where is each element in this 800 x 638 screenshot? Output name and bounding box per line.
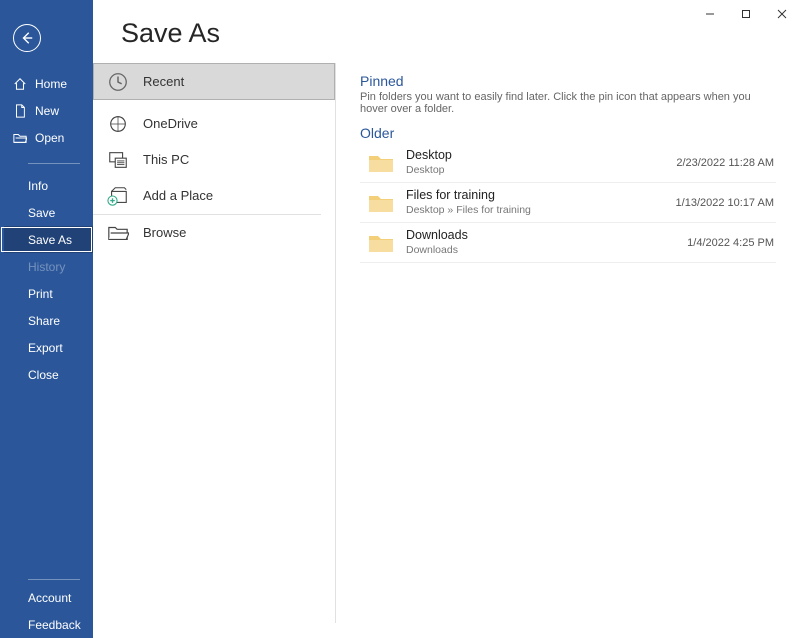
folder-row[interactable]: Desktop Desktop 2/23/2022 11:28 AM bbox=[360, 143, 776, 183]
sidebar-item-export[interactable]: Export bbox=[0, 334, 93, 361]
folder-icon bbox=[368, 192, 394, 214]
close-button[interactable] bbox=[764, 0, 800, 28]
folder-info: Desktop Desktop bbox=[406, 148, 664, 177]
folder-icon bbox=[368, 152, 394, 174]
sidebar-item-new[interactable]: New bbox=[0, 97, 93, 124]
location-label: Recent bbox=[143, 74, 184, 89]
section-heading-older: Older bbox=[360, 125, 776, 141]
separator bbox=[28, 579, 80, 580]
folder-name: Downloads bbox=[406, 228, 675, 244]
sidebar-item-label: New bbox=[35, 104, 59, 118]
sidebar-item-feedback[interactable]: Feedback bbox=[0, 611, 93, 638]
window-controls bbox=[692, 0, 800, 28]
folder-path: Desktop » Files for training bbox=[406, 204, 664, 217]
sidebar-item-label: Export bbox=[28, 341, 63, 355]
sidebar-item-label: Info bbox=[28, 179, 48, 193]
sidebar-item-label: Close bbox=[28, 368, 59, 382]
folder-path: Downloads bbox=[406, 244, 675, 257]
sidebar-item-label: Save As bbox=[28, 233, 72, 247]
folder-icon bbox=[107, 222, 129, 244]
folder-name: Desktop bbox=[406, 148, 664, 164]
sidebar-item-history: History bbox=[0, 253, 93, 280]
folder-row[interactable]: Files for training Desktop » Files for t… bbox=[360, 183, 776, 223]
sidebar-item-open[interactable]: Open bbox=[0, 124, 93, 151]
location-thispc[interactable]: This PC bbox=[93, 142, 335, 178]
back-button[interactable] bbox=[13, 24, 41, 52]
sidebar-item-account[interactable]: Account bbox=[0, 584, 93, 611]
location-label: OneDrive bbox=[143, 116, 198, 131]
sidebar-item-label: Print bbox=[28, 287, 53, 301]
folder-path: Desktop bbox=[406, 164, 664, 177]
sidebar-item-label: Home bbox=[35, 77, 67, 91]
location-label: Add a Place bbox=[143, 188, 213, 203]
folder-timestamp: 1/4/2022 4:25 PM bbox=[687, 237, 774, 249]
sidebar-item-label: Account bbox=[28, 591, 71, 605]
location-list: Recent OneDrive This PC Add a Place Brow… bbox=[93, 63, 336, 623]
sidebar-item-info[interactable]: Info bbox=[0, 172, 93, 199]
sidebar-item-share[interactable]: Share bbox=[0, 307, 93, 334]
sidebar-item-home[interactable]: Home bbox=[0, 70, 93, 97]
sidebar-item-label: Feedback bbox=[28, 618, 81, 632]
onedrive-icon bbox=[107, 113, 129, 135]
new-document-icon bbox=[13, 104, 27, 118]
clock-icon bbox=[107, 71, 129, 93]
folder-open-icon bbox=[13, 131, 27, 145]
pinned-hint: Pin folders you want to easily find late… bbox=[360, 91, 776, 115]
home-icon bbox=[13, 77, 27, 91]
folder-name: Files for training bbox=[406, 188, 664, 204]
folder-timestamp: 2/23/2022 11:28 AM bbox=[676, 157, 774, 169]
location-addplace[interactable]: Add a Place bbox=[93, 178, 335, 214]
sidebar-item-close[interactable]: Close bbox=[0, 361, 93, 388]
sidebar-item-label: History bbox=[28, 260, 65, 274]
sidebar-item-saveas[interactable]: Save As bbox=[0, 226, 93, 253]
sidebar-item-print[interactable]: Print bbox=[0, 280, 93, 307]
location-recent[interactable]: Recent bbox=[93, 63, 335, 100]
location-onedrive[interactable]: OneDrive bbox=[93, 106, 335, 142]
section-heading-pinned: Pinned bbox=[360, 73, 776, 89]
folder-info: Files for training Desktop » Files for t… bbox=[406, 188, 664, 217]
backstage-sidebar: Home New Open Info Save Save As History … bbox=[0, 0, 93, 638]
thispc-icon bbox=[107, 149, 129, 171]
location-label: Browse bbox=[143, 225, 186, 240]
sidebar-item-save[interactable]: Save bbox=[0, 199, 93, 226]
sidebar-item-label: Save bbox=[28, 206, 55, 220]
maximize-button[interactable] bbox=[728, 0, 764, 28]
folder-timestamp: 1/13/2022 10:17 AM bbox=[676, 197, 774, 209]
main-pane: Save As Recent OneDrive This PC Add a Pl… bbox=[93, 0, 800, 638]
arrow-left-icon bbox=[20, 31, 34, 45]
sidebar-item-label: Share bbox=[28, 314, 60, 328]
add-place-icon bbox=[107, 185, 129, 207]
location-browse[interactable]: Browse bbox=[93, 215, 335, 251]
minimize-button[interactable] bbox=[692, 0, 728, 28]
folder-row[interactable]: Downloads Downloads 1/4/2022 4:25 PM bbox=[360, 223, 776, 263]
sidebar-item-label: Open bbox=[35, 131, 64, 145]
separator bbox=[28, 163, 80, 164]
location-label: This PC bbox=[143, 152, 189, 167]
folder-content: Pinned Pin folders you want to easily fi… bbox=[336, 63, 800, 623]
folder-icon bbox=[368, 232, 394, 254]
folder-info: Downloads Downloads bbox=[406, 228, 675, 257]
